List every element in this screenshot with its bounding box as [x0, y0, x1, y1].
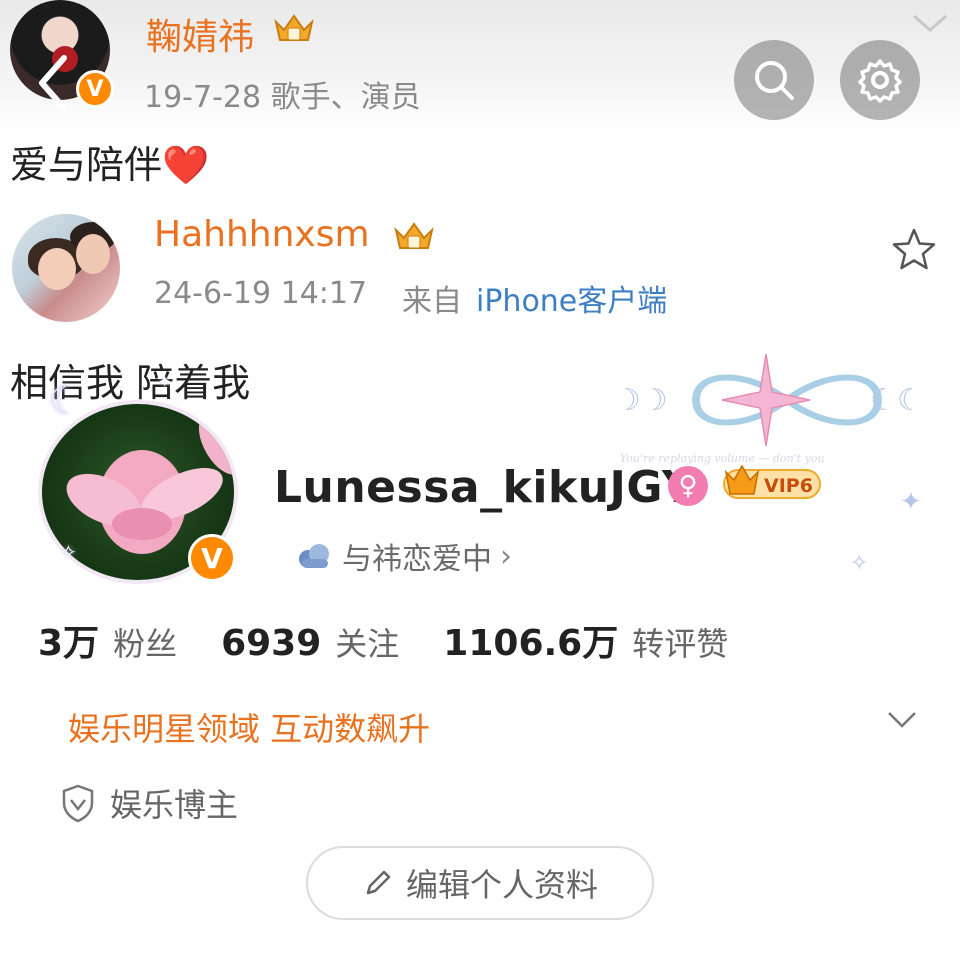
back-button[interactable] — [20, 48, 90, 118]
vip-label: VIP6 — [764, 475, 813, 497]
sparkle-icon: ✧ — [60, 540, 77, 564]
edit-profile-label: 编辑个人资料 — [405, 866, 598, 904]
interactions-count[interactable]: 1106.6万 — [443, 614, 618, 666]
profile-username: Lunessa_kikuJGY — [274, 462, 695, 513]
creator-tag[interactable]: 娱乐博主 — [60, 780, 238, 826]
followers-count[interactable]: 3万 — [38, 614, 99, 666]
cloud-icon — [299, 544, 329, 568]
pencil-icon — [366, 870, 391, 895]
status-text: 与祎恋爱中 — [342, 542, 492, 577]
search-icon — [755, 61, 794, 100]
sparkle-icon: ✦ — [158, 372, 172, 391]
avatar-detail — [38, 248, 76, 290]
post1-author-name[interactable]: 鞠婧祎 — [146, 8, 254, 60]
svg-text:✦: ✦ — [900, 487, 922, 517]
post2-avatar[interactable] — [12, 214, 120, 322]
tag-text: 娱乐博主 — [110, 786, 239, 824]
following-count[interactable]: 6939 — [221, 623, 321, 664]
shield-icon — [62, 784, 94, 823]
svg-text:☽☽: ☽☽ — [614, 383, 668, 418]
svg-text:✧: ✧ — [850, 551, 868, 576]
star-icon[interactable] — [890, 226, 938, 274]
interactions-label[interactable]: 转评赞 — [632, 619, 728, 665]
edit-profile-button[interactable]: 编辑个人资料 — [306, 846, 654, 920]
avatar-detail — [76, 234, 110, 274]
relationship-status[interactable]: 与祎恋爱中 › — [294, 534, 512, 578]
chevron-right-icon: › — [500, 538, 512, 574]
followers-label[interactable]: 粉丝 — [113, 619, 177, 665]
verified-badge-icon: V — [188, 534, 236, 582]
post1-meta: 19-7-28 歌手、演员 — [144, 80, 421, 115]
chevron-down-icon[interactable] — [886, 706, 918, 734]
post2-text: 相信我 陪着我 — [10, 361, 251, 405]
crown-icon — [274, 14, 314, 41]
following-label[interactable]: 关注 — [335, 619, 399, 665]
post2-timestamp: 24-6-19 14:17 — [154, 276, 368, 311]
settings-button[interactable] — [840, 40, 920, 120]
crown-icon — [394, 222, 434, 249]
sparkle-icon: ☾ — [48, 378, 84, 424]
svg-text:☾☾: ☾☾ — [870, 383, 924, 418]
female-gender-icon: ♀ — [668, 466, 708, 506]
gear-icon — [858, 59, 902, 103]
post2-source-prefix: 来自 — [402, 284, 462, 319]
search-button[interactable] — [734, 40, 814, 120]
chevron-down-icon[interactable] — [910, 8, 950, 38]
vip-badge-icon[interactable]: VIP6 — [720, 462, 824, 502]
post1-text: 爱与陪伴❤️ — [10, 143, 210, 187]
post2-source-link[interactable]: iPhone客户端 — [476, 276, 667, 320]
domain-banner[interactable]: 娱乐明星领域 互动数飙升 — [68, 704, 430, 750]
stats-row: 3万 粉丝 6939 关注 1106.6万 转评赞 — [38, 614, 772, 666]
post2-author-name[interactable]: Hahhhnxsm — [154, 214, 370, 255]
